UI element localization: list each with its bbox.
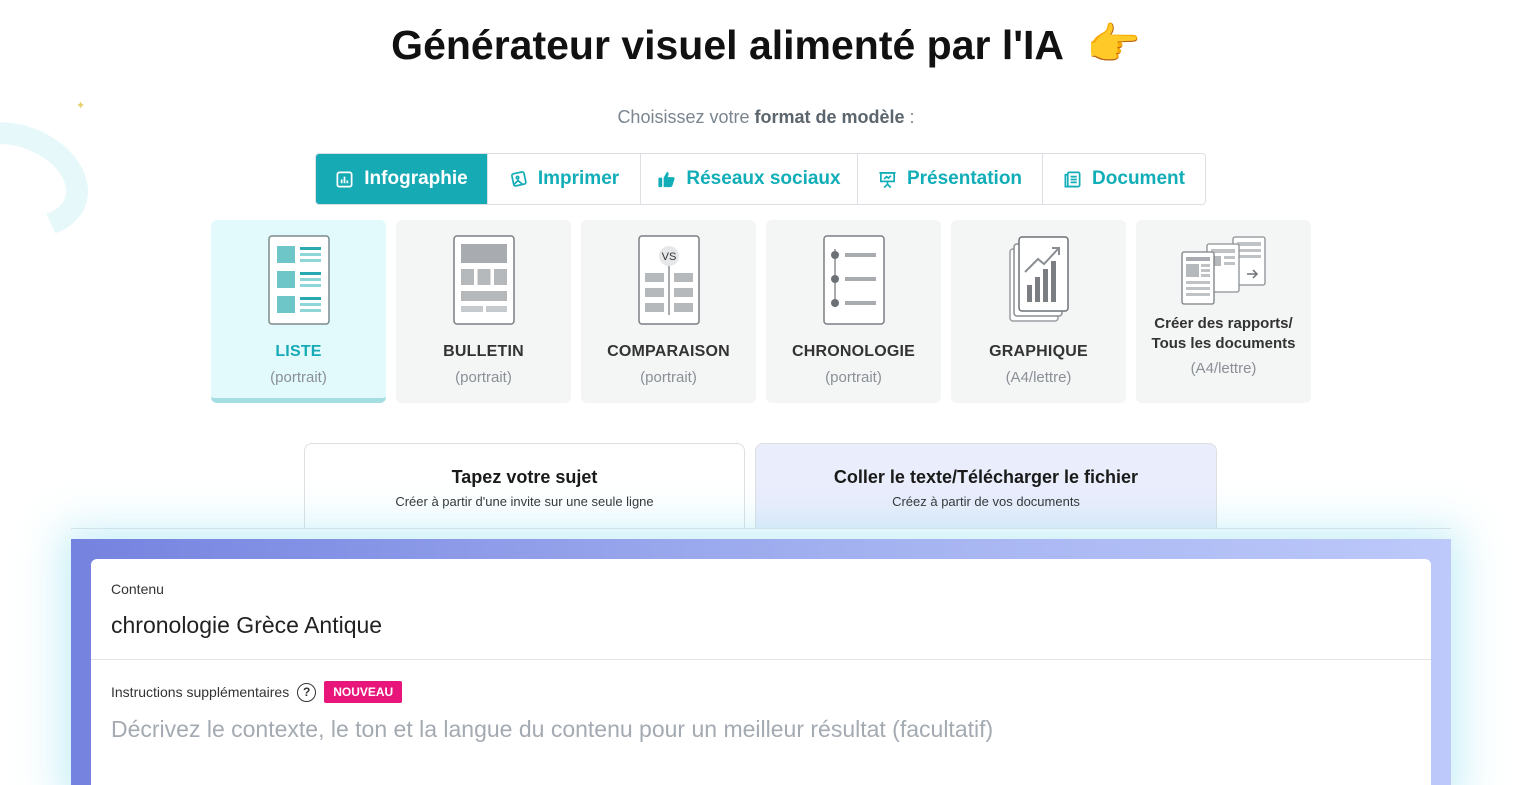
template-card-rapports[interactable]: Créer des rapports/ Tous les documents (…: [1136, 220, 1311, 403]
new-badge: NOUVEAU: [324, 681, 403, 703]
format-prompt-bold: format de modèle: [754, 107, 905, 127]
prompt-panel: Contenu Instructions supplémentaires ? N…: [71, 539, 1451, 785]
format-prompt: Choisissez votre format de modèle :: [0, 107, 1532, 128]
thumbs-up-icon: [658, 171, 675, 187]
form-divider: [91, 659, 1431, 660]
template-card-comparaison[interactable]: VS COMPARAISON (portrait): [581, 220, 756, 403]
reports-template-icon: [1180, 236, 1266, 305]
tab-infographie[interactable]: Infographie: [316, 154, 488, 204]
template-name: GRAPHIQUE: [989, 343, 1088, 360]
template-card-bulletin[interactable]: BULLETIN (portrait): [396, 220, 571, 403]
page-title: Générateur visuel alimenté par l'IA 👉: [0, 18, 1532, 70]
tab-imprimer[interactable]: Imprimer: [488, 154, 641, 204]
timeline-template-icon: [822, 235, 885, 325]
tab-label: Réseaux sociaux: [686, 168, 841, 189]
mode-tab-title: Coller le texte/Télécharger le fichier: [833, 467, 1139, 487]
tab-label: Document: [1092, 168, 1185, 189]
format-prompt-prefix: Choisissez votre: [617, 107, 750, 127]
pointing-hand-icon: 👉: [1086, 20, 1141, 69]
template-card-graphique[interactable]: GRAPHIQUE (A4/lettre): [951, 220, 1126, 403]
newsletter-template-icon: [452, 235, 515, 325]
instructions-header: Instructions supplémentaires ? NOUVEAU: [111, 681, 403, 703]
help-icon[interactable]: ?: [297, 682, 317, 702]
easel-icon: [879, 171, 896, 188]
document-icon: [1064, 171, 1081, 187]
format-prompt-suffix: :: [909, 107, 915, 127]
tab-reseaux-sociaux[interactable]: Réseaux sociaux: [641, 154, 858, 204]
template-orientation: (portrait): [455, 369, 512, 386]
template-name: LISTE: [275, 343, 322, 360]
template-name-line1: Créer des rapports/: [1154, 315, 1293, 332]
template-name-line2: Tous les documents: [1151, 335, 1296, 352]
mode-tab-subtitle: Créer à partir d'une invite sur une seul…: [395, 494, 654, 509]
format-tabs: Infographie Imprimer Réseaux sociaux Pré…: [315, 153, 1206, 205]
tab-label: Infographie: [364, 168, 468, 189]
list-template-icon: [267, 235, 330, 325]
chart-template-icon: [1008, 236, 1069, 322]
template-name: BULLETIN: [443, 343, 524, 360]
image-card-icon: [510, 170, 527, 187]
tab-label: Imprimer: [537, 168, 620, 189]
template-name: Créer des rapports/ Tous les documents: [1152, 314, 1296, 354]
mode-tab-title: Tapez votre sujet: [451, 467, 598, 487]
vs-label: VS: [661, 251, 676, 263]
chart-doc-icon: [336, 171, 353, 187]
tab-label: Présentation: [906, 168, 1023, 189]
page-title-text: Générateur visuel alimenté par l'IA: [391, 22, 1065, 68]
template-name: COMPARAISON: [607, 343, 730, 360]
content-label: Contenu: [111, 581, 164, 597]
mode-tab-paste-upload[interactable]: Coller le texte/Télécharger le fichier C…: [755, 443, 1217, 528]
template-card-chronologie[interactable]: CHRONOLOGIE (portrait): [766, 220, 941, 403]
template-orientation: (portrait): [825, 369, 882, 386]
prompt-form: Contenu Instructions supplémentaires ? N…: [91, 559, 1431, 785]
mode-tab-topic[interactable]: Tapez votre sujet Créer à partir d'une i…: [304, 443, 745, 529]
template-card-liste[interactable]: LISTE (portrait): [211, 220, 386, 403]
instructions-input[interactable]: [111, 711, 1411, 747]
tab-document[interactable]: Document: [1043, 154, 1205, 204]
template-cards: LISTE (portrait) BULLETIN (portrait) VS …: [211, 220, 1311, 403]
instructions-label: Instructions supplémentaires: [111, 684, 290, 700]
template-orientation: (portrait): [640, 369, 697, 386]
tab-presentation[interactable]: Présentation: [858, 154, 1043, 204]
mode-divider: [71, 528, 1451, 529]
template-orientation: (portrait): [270, 369, 327, 386]
content-input[interactable]: [111, 608, 1411, 642]
mode-tab-subtitle: Créez à partir de vos documents: [892, 494, 1080, 509]
template-orientation: (A4/lettre): [1005, 369, 1072, 386]
comparison-template-icon: VS: [637, 235, 700, 325]
template-name: CHRONOLOGIE: [791, 343, 916, 360]
template-orientation: (A4/lettre): [1190, 360, 1257, 377]
